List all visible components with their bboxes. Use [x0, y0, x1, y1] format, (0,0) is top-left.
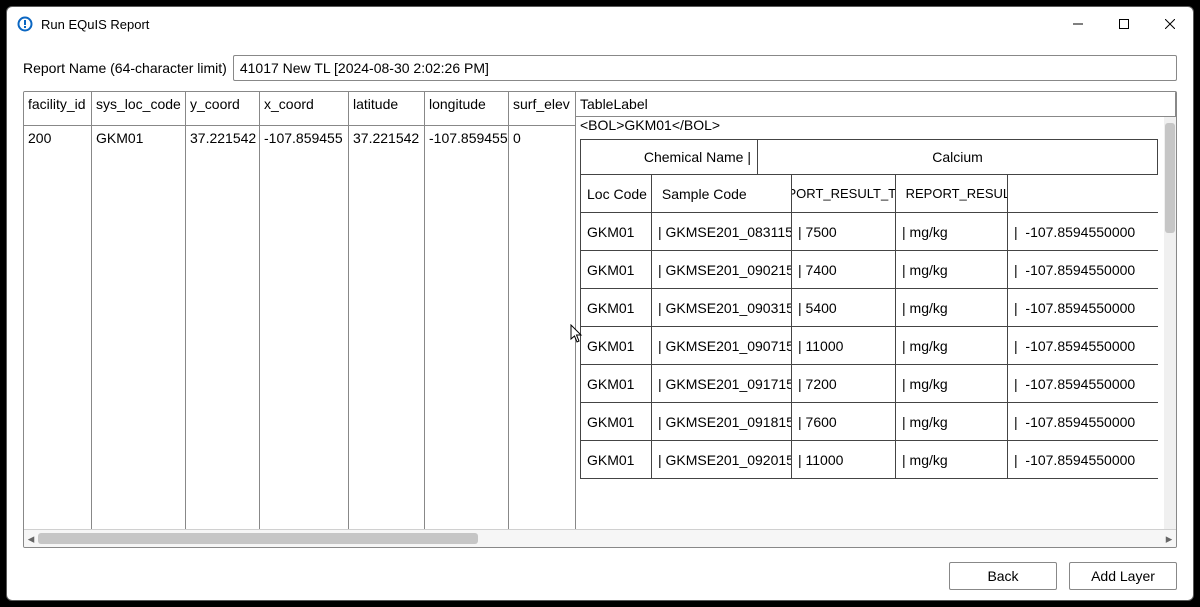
row-unit: | mg/kg	[896, 289, 1008, 327]
chem-name-header: Chemical Name |	[580, 139, 758, 175]
app-icon	[17, 16, 33, 32]
row-val: | 5400	[792, 289, 896, 327]
table-row[interactable]: GKM01| GKMSE201_083115| 7500| mg/kg| -10…	[580, 213, 1158, 251]
table-row[interactable]: GKM01| GKMSE201_090715| 11000| mg/kg| -1…	[580, 327, 1158, 365]
row-val: | 7600	[792, 403, 896, 441]
row-extra: | -107.8594550000	[1008, 403, 1158, 441]
table-row[interactable]: GKM01| GKMSE201_091815| 7600| mg/kg| -10…	[580, 403, 1158, 441]
report-name-label: Report Name (64-character limit)	[23, 60, 227, 76]
row-sample: | GKMSE201_090215	[652, 251, 792, 289]
chem-value: Calcium	[758, 139, 1158, 175]
minimize-button[interactable]	[1055, 9, 1101, 39]
subhdr-sample-code: Sample Code	[652, 175, 792, 213]
cell-longitude[interactable]: -107.859455	[425, 126, 509, 529]
row-extra: | -107.8594550000	[1008, 365, 1158, 403]
row-val: | 7400	[792, 251, 896, 289]
row-loc: GKM01	[580, 365, 652, 403]
cell-surf-elev[interactable]: 0	[509, 126, 576, 529]
row-sample: | GKMSE201_083115	[652, 213, 792, 251]
col-table-label[interactable]: TableLabel	[576, 92, 1176, 117]
row-sample: | GKMSE201_091815	[652, 403, 792, 441]
app-window: Run EQuIS Report Report Name (64-charact…	[6, 6, 1194, 601]
table-row[interactable]: GKM01| GKMSE201_090215| 7400| mg/kg| -10…	[580, 251, 1158, 289]
table-label-tag: <BOL>GKM01</BOL>	[576, 117, 1166, 139]
back-button[interactable]: Back	[949, 562, 1057, 590]
col-x-coord[interactable]: x_coord	[260, 92, 349, 126]
row-unit: | mg/kg	[896, 441, 1008, 479]
table-row[interactable]: GKM01| GKMSE201_090315| 5400| mg/kg| -10…	[580, 289, 1158, 327]
col-sys-loc-code[interactable]: sys_loc_code	[92, 92, 186, 126]
subhdr-result-text: | REPORT_RESULT_TEXT |	[792, 175, 896, 213]
col-facility-id[interactable]: facility_id	[24, 92, 92, 126]
horizontal-scrollbar[interactable]: ◂ ▸	[24, 529, 1176, 547]
table-label-content: <BOL>GKM01</BOL> Chemical Name | Calcium…	[576, 117, 1176, 479]
row-unit: | mg/kg	[896, 213, 1008, 251]
row-loc: GKM01	[580, 403, 652, 441]
window-title: Run EQuIS Report	[41, 17, 149, 32]
row-val: | 11000	[792, 327, 896, 365]
left-grid: facility_id sys_loc_code y_coord x_coord…	[24, 92, 576, 529]
vertical-scroll-thumb[interactable]	[1165, 123, 1175, 233]
table-row[interactable]: GKM01| GKMSE201_091715| 7200| mg/kg| -10…	[580, 365, 1158, 403]
row-val: | 7500	[792, 213, 896, 251]
add-layer-button[interactable]: Add Layer	[1069, 562, 1177, 590]
col-latitude[interactable]: latitude	[349, 92, 425, 126]
row-loc: GKM01	[580, 441, 652, 479]
maximize-button[interactable]	[1101, 9, 1147, 39]
row-extra: | -107.8594550000	[1008, 289, 1158, 327]
row-unit: | mg/kg	[896, 327, 1008, 365]
row-loc: GKM01	[580, 327, 652, 365]
scroll-left-arrow[interactable]: ◂	[24, 530, 38, 547]
report-name-input[interactable]	[233, 55, 1177, 81]
row-sample: | GKMSE201_090315	[652, 289, 792, 327]
cell-x-coord[interactable]: -107.859455	[260, 126, 349, 529]
horizontal-scroll-thumb[interactable]	[38, 533, 478, 544]
row-val: | 7200	[792, 365, 896, 403]
row-unit: | mg/kg	[896, 251, 1008, 289]
col-longitude[interactable]: longitude	[425, 92, 509, 126]
row-sample: | GKMSE201_091715	[652, 365, 792, 403]
row-extra: | -107.8594550000	[1008, 251, 1158, 289]
subhdr-extra	[1008, 175, 1158, 213]
col-surf-elev[interactable]: surf_elev	[509, 92, 576, 126]
table-row[interactable]: GKM01| GKMSE201_092015| 11000| mg/kg| -1…	[580, 441, 1158, 479]
cell-y-coord[interactable]: 37.221542	[186, 126, 260, 529]
col-y-coord[interactable]: y_coord	[186, 92, 260, 126]
scroll-right-arrow[interactable]: ▸	[1162, 530, 1176, 547]
row-sample: | GKMSE201_090715	[652, 327, 792, 365]
cell-latitude[interactable]: 37.221542	[349, 126, 425, 529]
data-grid: facility_id sys_loc_code y_coord x_coord…	[23, 91, 1177, 548]
row-extra: | -107.8594550000	[1008, 327, 1158, 365]
subhdr-result-unit: REPORT_RESULT_UNIT |	[896, 175, 1008, 213]
titlebar: Run EQuIS Report	[7, 7, 1193, 41]
row-unit: | mg/kg	[896, 403, 1008, 441]
row-unit: | mg/kg	[896, 365, 1008, 403]
row-loc: GKM01	[580, 289, 652, 327]
row-extra: | -107.8594550000	[1008, 213, 1158, 251]
row-sample: | GKMSE201_092015	[652, 441, 792, 479]
row-val: | 11000	[792, 441, 896, 479]
cell-sys-loc-code[interactable]: GKM01	[92, 126, 186, 529]
row-loc: GKM01	[580, 251, 652, 289]
close-button[interactable]	[1147, 9, 1193, 39]
row-extra: | -107.8594550000	[1008, 441, 1158, 479]
subhdr-loc-code: Loc Code |	[580, 175, 652, 213]
row-loc: GKM01	[580, 213, 652, 251]
cell-facility-id[interactable]: 200	[24, 126, 92, 529]
vertical-scrollbar[interactable]	[1164, 117, 1176, 529]
